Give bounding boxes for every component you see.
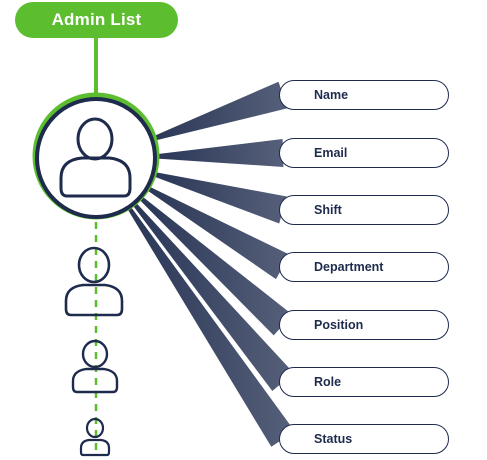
- field-pill-email: Email: [279, 138, 449, 168]
- field-pill-department: Department: [279, 252, 449, 282]
- field-pill-name: Name: [279, 80, 449, 110]
- field-pill-position: Position: [279, 310, 449, 340]
- admin-list-diagram: Admin List Name Email Shift Department Posit…: [0, 0, 487, 460]
- connector-ray: [153, 139, 284, 167]
- user-icon: [64, 246, 124, 317]
- field-pill-status: Status: [279, 424, 449, 454]
- field-pill-shift: Shift: [279, 195, 449, 225]
- connector-ray: [150, 81, 288, 142]
- admin-list-title: Admin List: [15, 2, 178, 38]
- field-pill-role: Role: [279, 367, 449, 397]
